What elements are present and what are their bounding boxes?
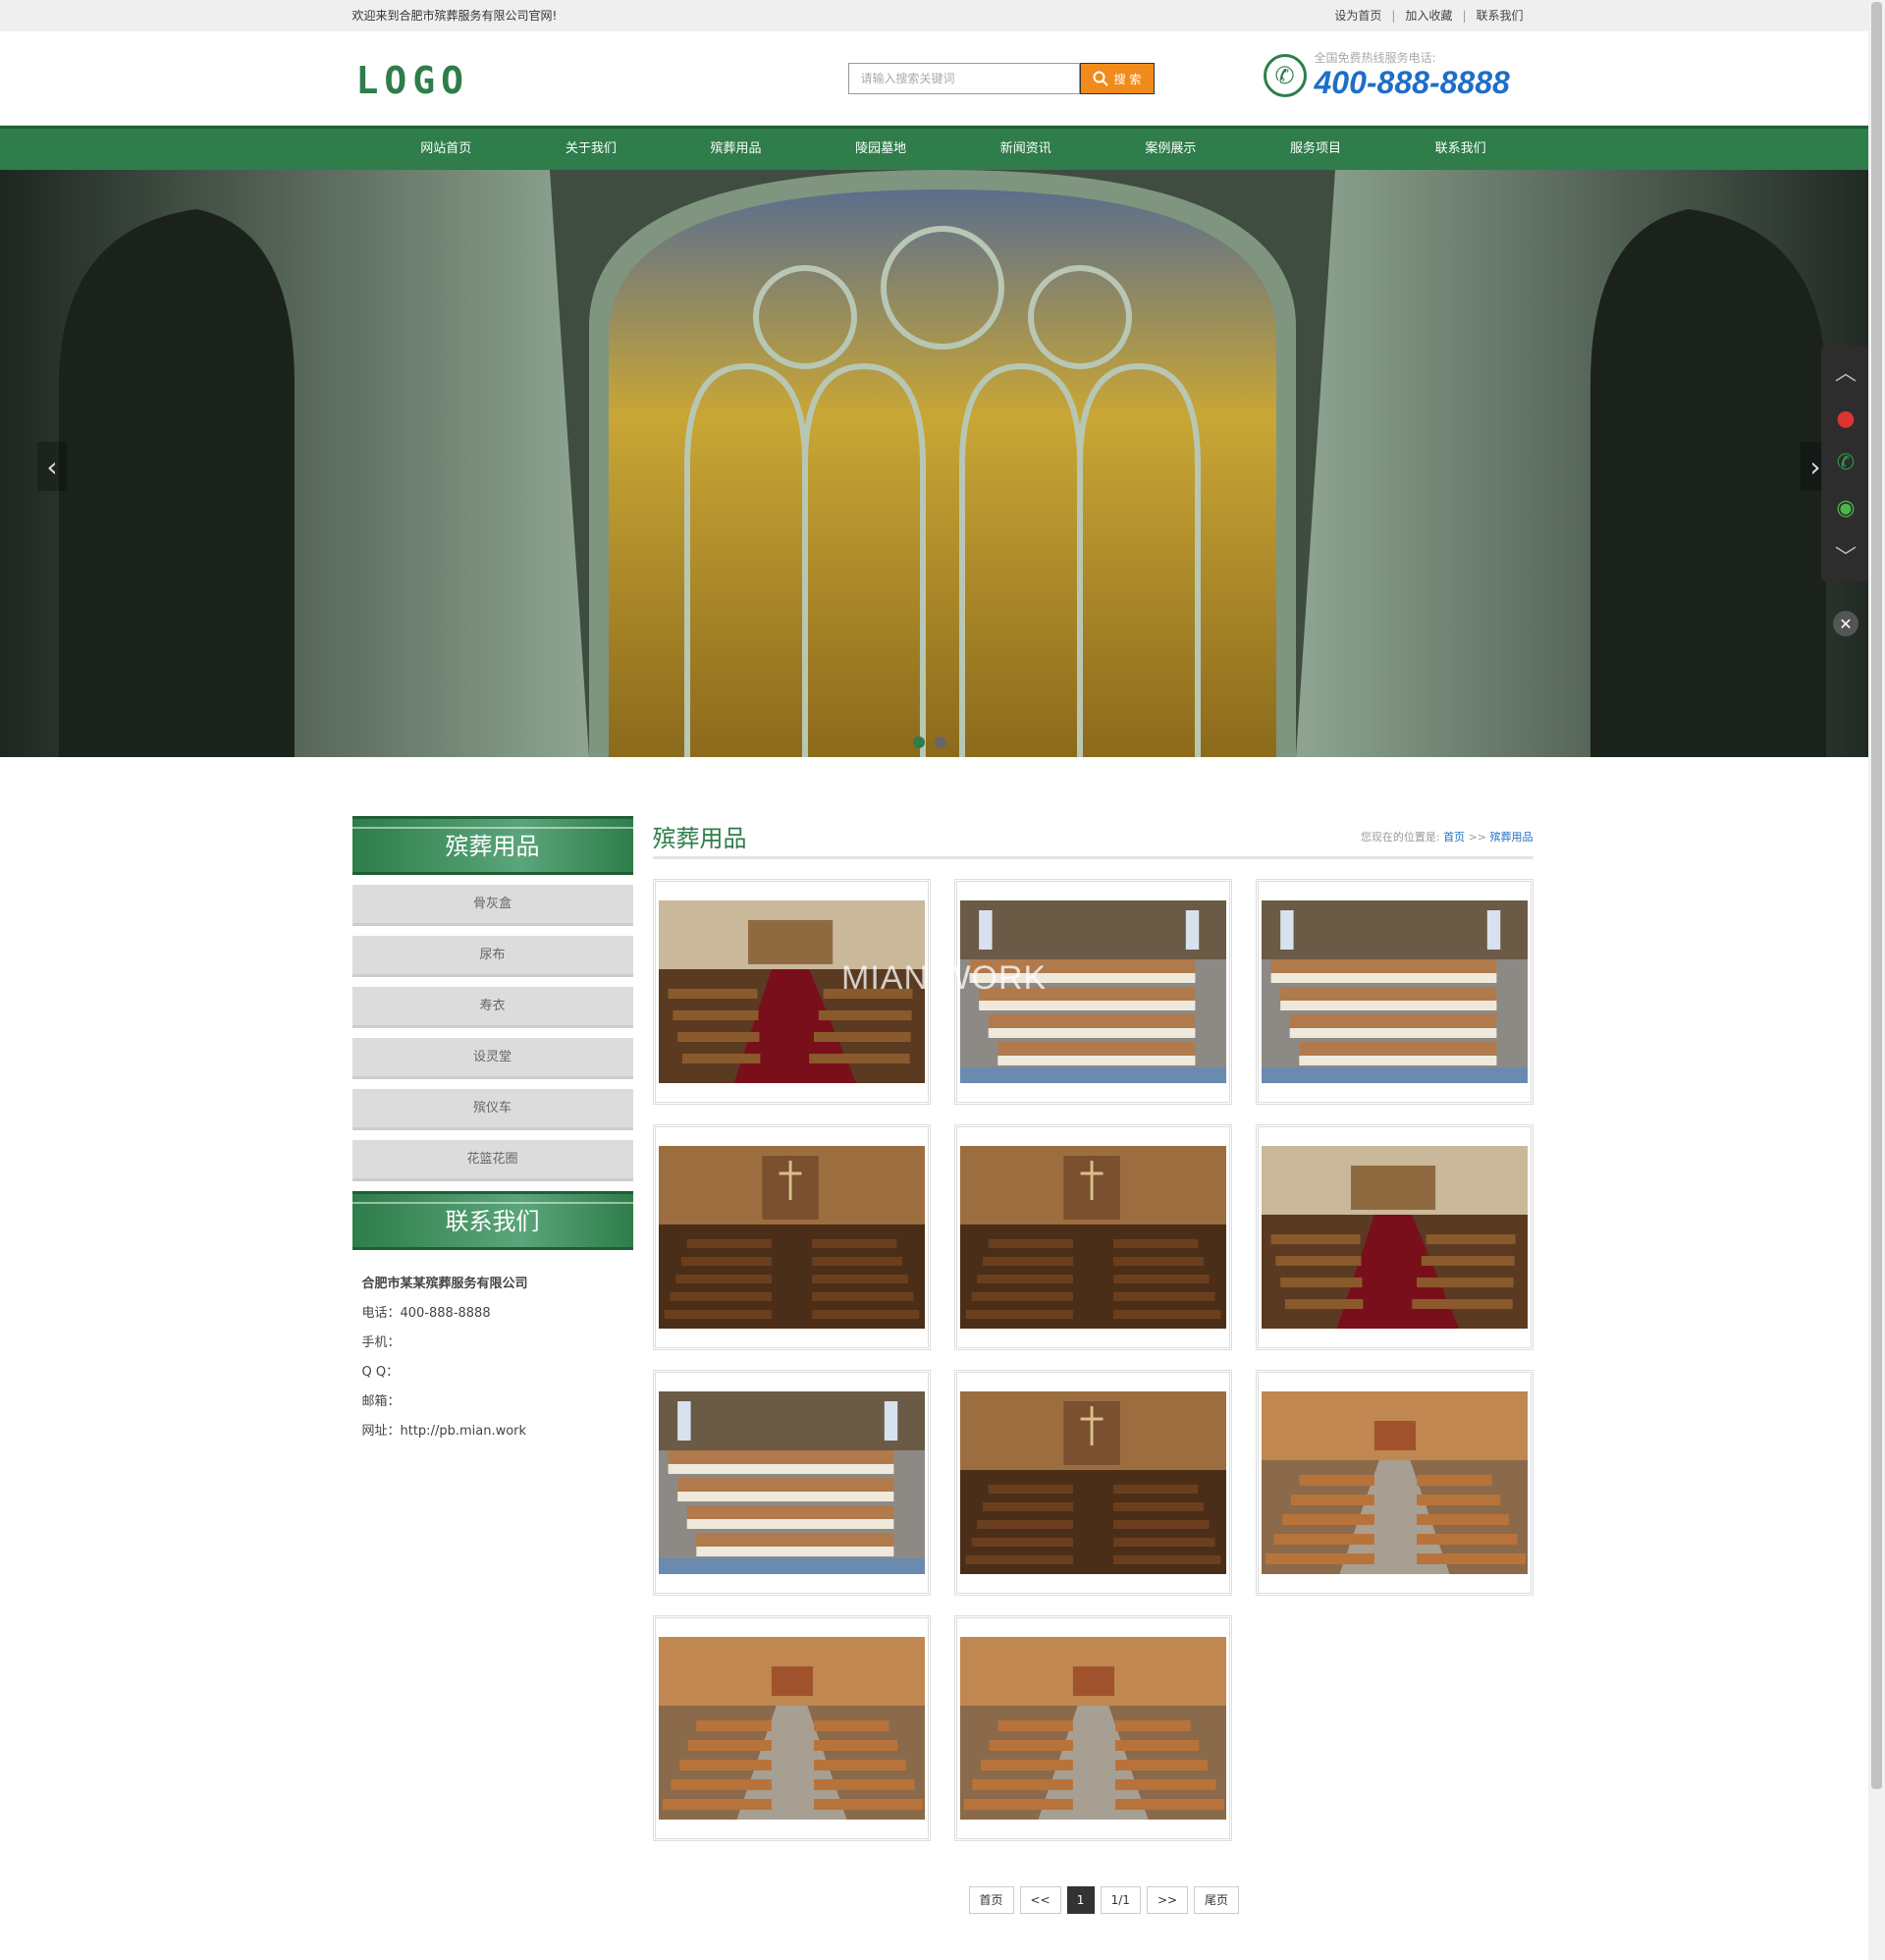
sidebar: 殡葬用品 骨灰盒 尿布 寿衣 设灵堂 殡仪车 花篮花圈 联系我们 合肥市某某殡葬… <box>351 816 633 1466</box>
banner-image <box>0 170 1885 757</box>
hotline-number: 400-888-8888 <box>1314 65 1510 100</box>
hotline-label: 全国免费热线服务电话: <box>1314 51 1436 65</box>
phone-icon: ✆ <box>1263 54 1307 97</box>
nav-item-cemetery[interactable]: 陵园墓地 <box>808 129 953 170</box>
product-card[interactable] <box>652 1615 931 1841</box>
next-page-button[interactable]: >> <box>1146 1886 1189 1914</box>
nav-item-about[interactable]: 关于我们 <box>518 129 664 170</box>
product-image[interactable] <box>1261 1146 1528 1329</box>
logo[interactable]: LOGO <box>356 59 470 102</box>
product-image[interactable] <box>959 1146 1226 1329</box>
contact-qq: Q Q： <box>361 1365 400 1380</box>
breadcrumb-current[interactable]: 殡葬用品 <box>1490 831 1534 844</box>
product-image[interactable] <box>1261 900 1528 1083</box>
contact-email: 邮箱： <box>361 1394 401 1409</box>
nav-item-services[interactable]: 服务项目 <box>1243 129 1388 170</box>
scrollbar[interactable] <box>1868 0 1885 1960</box>
top-links: 设为首页 | 加入收藏 | 联系我们 <box>1324 0 1533 31</box>
content-header: 殡葬用品 您现在的位置是: 首页 >> 殡葬用品 <box>652 816 1534 859</box>
qq-icon[interactable]: ● <box>1836 407 1855 431</box>
breadcrumb-separator: >> <box>1468 830 1486 844</box>
nav-item-news[interactable]: 新闻资讯 <box>953 129 1099 170</box>
content: 殡葬用品 您现在的位置是: 首页 >> 殡葬用品 <box>652 816 1534 1841</box>
breadcrumb: 您现在的位置是: 首页 >> 殡葬用品 <box>1361 829 1534 844</box>
category-item[interactable]: 花篮花圈 <box>351 1140 633 1181</box>
watermark: MIAN.WORK <box>841 959 1048 997</box>
last-page-button[interactable]: 尾页 <box>1194 1886 1240 1914</box>
product-card[interactable] <box>1255 1124 1534 1350</box>
product-image[interactable] <box>658 1391 925 1574</box>
product-image[interactable] <box>658 1146 925 1329</box>
product-card[interactable] <box>1255 1370 1534 1596</box>
current-page[interactable]: 1 <box>1066 1886 1095 1914</box>
category-item[interactable]: 殡仪车 <box>351 1089 633 1130</box>
nav-item-cases[interactable]: 案例展示 <box>1099 129 1244 170</box>
nav-item-contact[interactable]: 联系我们 <box>1388 129 1534 170</box>
product-image[interactable] <box>1261 1391 1528 1574</box>
breadcrumb-home[interactable]: 首页 <box>1443 831 1465 844</box>
up-icon[interactable]: ︿ <box>1835 355 1857 387</box>
floating-toolbar: ︿ ● ✆ ◉ ﹀ <box>1821 346 1870 581</box>
product-grid <box>652 879 1534 1841</box>
category-item[interactable]: 尿布 <box>351 936 633 977</box>
content-title: 殡葬用品 <box>652 825 747 852</box>
company-name: 合肥市某某殡葬服务有限公司 <box>361 1277 528 1291</box>
contact-phone: 电话：400-888-8888 <box>361 1306 491 1321</box>
product-card[interactable] <box>652 1124 931 1350</box>
banner-slider[interactable]: ‹ › <box>0 170 1885 757</box>
search-box: 请输入搜索关键词 搜 索 <box>847 63 1155 94</box>
welcome-text: 欢迎来到合肥市殡葬服务有限公司官网! <box>351 9 558 23</box>
product-card[interactable] <box>953 1124 1232 1350</box>
search-input[interactable]: 请输入搜索关键词 <box>847 63 1080 94</box>
down-icon[interactable]: ﹀ <box>1835 540 1857 572</box>
close-icon[interactable]: ✕ <box>1833 611 1858 636</box>
prev-page-button[interactable]: << <box>1019 1886 1061 1914</box>
contact-mobile: 手机： <box>361 1335 401 1350</box>
search-button-label: 搜 索 <box>1113 72 1142 86</box>
search-button[interactable]: 搜 索 <box>1079 63 1155 94</box>
pagination: 首页 << 1 1/1 >> 尾页 <box>968 1886 1240 1914</box>
banner-dot[interactable] <box>913 736 925 748</box>
contact-info: 合肥市某某殡葬服务有限公司 电话：400-888-8888 手机： Q Q： 邮… <box>352 1250 633 1466</box>
wechat-icon[interactable]: ◉ <box>1836 496 1855 520</box>
page-count: 1/1 <box>1100 1886 1141 1914</box>
phone-icon[interactable]: ✆ <box>1837 451 1855 475</box>
set-homepage-link[interactable]: 设为首页 <box>1324 0 1391 31</box>
product-image[interactable] <box>959 1637 1226 1820</box>
breadcrumb-prefix: 您现在的位置是: <box>1360 830 1440 844</box>
product-card[interactable] <box>953 1370 1232 1596</box>
hotline: ✆ 全国免费热线服务电话: 400-888-8888 <box>1263 51 1510 100</box>
banner-dots <box>913 736 946 748</box>
sidebar-title: 殡葬用品 <box>351 816 633 875</box>
category-list: 骨灰盒 尿布 寿衣 设灵堂 殡仪车 花篮花圈 <box>351 885 633 1181</box>
search-icon <box>1093 71 1108 86</box>
category-item[interactable]: 骨灰盒 <box>351 885 633 926</box>
banner-prev-button[interactable]: ‹ <box>37 442 67 491</box>
header: LOGO 请输入搜索关键词 搜 索 ✆ 全国免费热线服务电话: 400-888-… <box>0 31 1885 126</box>
top-bar: 欢迎来到合肥市殡葬服务有限公司官网! 设为首页 | 加入收藏 | 联系我们 <box>0 0 1885 31</box>
nav-item-home[interactable]: 网站首页 <box>374 129 519 170</box>
category-item[interactable]: 寿衣 <box>351 987 633 1028</box>
category-item[interactable]: 设灵堂 <box>351 1038 633 1079</box>
contact-title: 联系我们 <box>351 1191 633 1250</box>
add-favorite-link[interactable]: 加入收藏 <box>1395 0 1462 31</box>
product-card[interactable] <box>953 1615 1232 1841</box>
product-card[interactable] <box>1255 879 1534 1105</box>
product-image[interactable] <box>658 1637 925 1820</box>
first-page-button[interactable]: 首页 <box>968 1886 1014 1914</box>
scrollbar-thumb[interactable] <box>1871 2 1882 1789</box>
product-card[interactable] <box>652 1370 931 1596</box>
contact-link[interactable]: 联系我们 <box>1466 0 1533 31</box>
nav-item-products[interactable]: 殡葬用品 <box>664 129 809 170</box>
product-image[interactable] <box>959 1391 1226 1574</box>
main-nav: 网站首页 关于我们 殡葬用品 陵园墓地 新闻资讯 案例展示 服务项目 联系我们 <box>0 126 1885 170</box>
banner-dot[interactable] <box>935 736 946 748</box>
contact-website: 网址：http://pb.mian.work <box>361 1424 527 1439</box>
